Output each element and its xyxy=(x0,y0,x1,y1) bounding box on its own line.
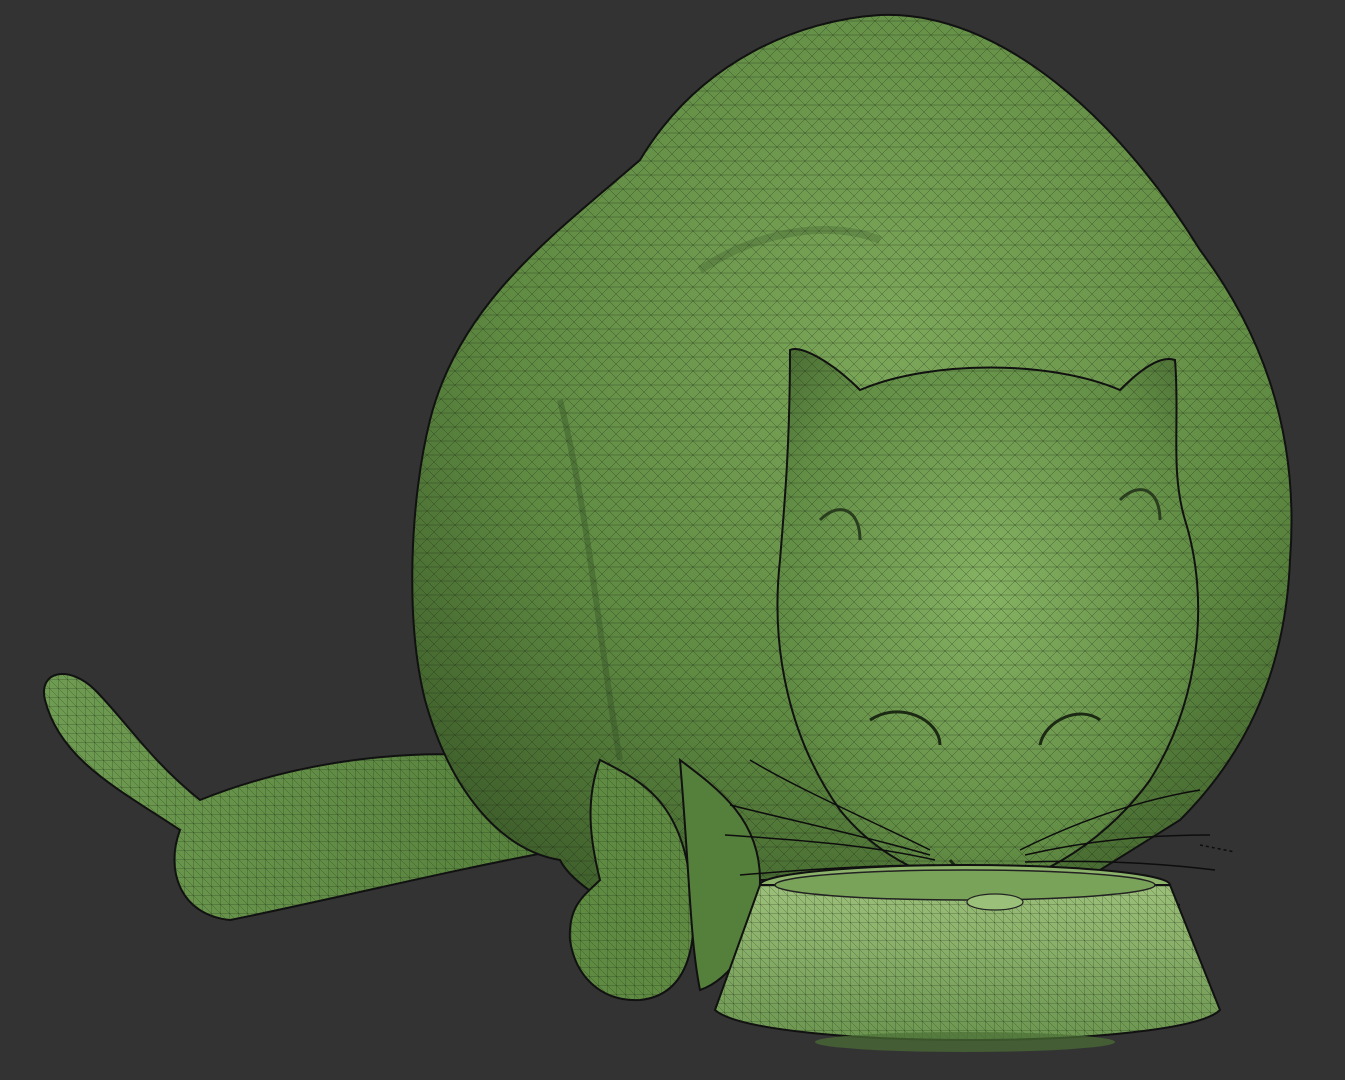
food-bowl xyxy=(713,864,1222,1052)
bowl-food xyxy=(966,893,1024,911)
mesh-render xyxy=(43,13,1293,1052)
3d-viewport[interactable] xyxy=(0,0,1345,1080)
